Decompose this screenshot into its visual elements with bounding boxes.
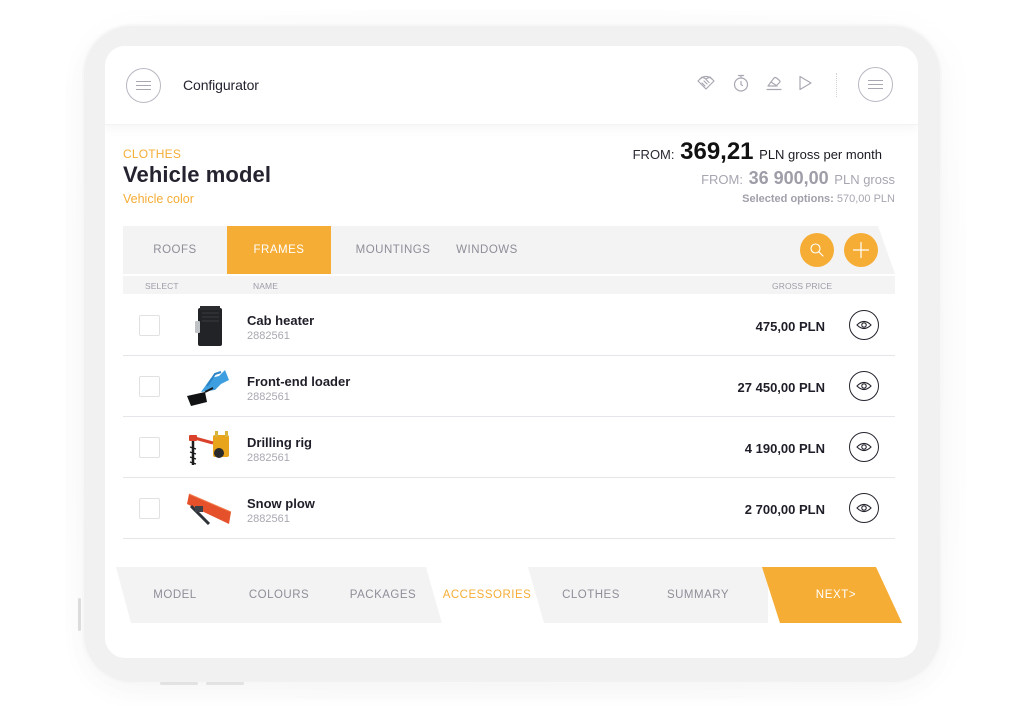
table-row: Snow plow 2882561 2 700,00 PLN (123, 478, 895, 539)
monthly-from-label: FROM: (632, 147, 675, 162)
preview-button[interactable] (849, 371, 879, 401)
preview-button[interactable] (849, 493, 879, 523)
item-price: 4 190,00 PLN (744, 441, 825, 456)
selected-options: Selected options: 570,00 PLN (742, 193, 895, 205)
front-end-loader-image (185, 366, 233, 410)
cab-heater-image (185, 305, 233, 349)
tab-frames[interactable]: FRAMES (227, 226, 331, 274)
item-code: 2882561 (247, 330, 290, 342)
table-header: SELECT NAME GROSS PRICE (123, 276, 895, 294)
add-button[interactable] (844, 233, 878, 267)
menu-button-right[interactable] (858, 67, 893, 102)
timer-icon[interactable] (731, 73, 751, 93)
device-bottom-button (206, 682, 244, 685)
step-model[interactable]: MODEL (137, 567, 213, 623)
search-button[interactable] (800, 233, 834, 267)
eye-icon (856, 503, 872, 513)
item-price: 27 450,00 PLN (737, 380, 825, 395)
next-button[interactable]: NEXT> (762, 567, 902, 623)
row-checkbox[interactable] (139, 315, 160, 336)
column-select: SELECT (145, 281, 179, 291)
play-icon[interactable] (795, 73, 815, 93)
menu-icon (868, 79, 883, 90)
row-checkbox[interactable] (139, 498, 160, 519)
step-colours[interactable]: COLOURS (239, 567, 319, 623)
item-price: 475,00 PLN (755, 319, 825, 334)
item-code: 2882561 (247, 452, 290, 464)
step-accessories[interactable]: ACCESSORIES (439, 567, 535, 623)
column-name: NAME (253, 281, 278, 291)
monthly-price-suffix: PLN gross per month (759, 147, 882, 162)
monthly-price: FROM: 369,21 PLN gross per month (633, 138, 882, 166)
tab-mountings[interactable]: MOUNTINGS (345, 226, 441, 274)
menu-icon (136, 80, 151, 91)
breadcrumb-category[interactable]: CLOTHES (123, 147, 181, 161)
app-screen: Configurator CLOTHES Vehicle model Vehic… (105, 46, 918, 658)
gross-price-suffix: PLN gross (834, 172, 895, 187)
item-name[interactable]: Drilling rig (247, 435, 312, 450)
row-checkbox[interactable] (139, 437, 160, 458)
search-icon (810, 243, 824, 257)
plus-icon (852, 241, 870, 259)
selected-options-value: 570,00 PLN (836, 193, 895, 205)
table-row: Front-end loader 2882561 27 450,00 PLN (123, 356, 895, 417)
top-bar: Configurator (105, 46, 918, 125)
snow-plow-image (185, 488, 233, 532)
table-row: Drilling rig 2882561 4 190,00 PLN (123, 417, 895, 478)
handshake-icon[interactable] (696, 73, 716, 93)
app-title: Configurator (183, 77, 259, 93)
eye-icon (856, 320, 872, 330)
item-price: 2 700,00 PLN (744, 502, 825, 517)
table-row: Cab heater 2882561 475,00 PLN (123, 295, 895, 356)
item-name[interactable]: Cab heater (247, 313, 314, 328)
gross-price-value: 36 900,00 (748, 168, 829, 188)
column-gross-price: GROSS PRICE (772, 281, 833, 291)
preview-button[interactable] (849, 432, 879, 462)
vehicle-color-link[interactable]: Vehicle color (123, 192, 194, 206)
device-bottom-button (160, 682, 198, 685)
eye-icon (856, 442, 872, 452)
tab-roofs[interactable]: ROOFS (123, 226, 227, 274)
tab-windows[interactable]: WINDOWS (445, 226, 529, 274)
gross-from-label: FROM: (701, 172, 743, 187)
drilling-rig-image (185, 427, 233, 471)
item-name[interactable]: Front-end loader (247, 374, 350, 389)
eye-icon (856, 381, 872, 391)
monthly-price-value: 369,21 (680, 138, 754, 165)
item-code: 2882561 (247, 391, 290, 403)
step-clothes[interactable]: CLOTHES (553, 567, 629, 623)
row-checkbox[interactable] (139, 376, 160, 397)
preview-button[interactable] (849, 310, 879, 340)
step-summary[interactable]: SUMMARY (657, 567, 739, 623)
page-title: Vehicle model (123, 162, 272, 187)
step-packages[interactable]: PACKAGES (341, 567, 425, 623)
selected-options-label: Selected options: (742, 193, 834, 205)
toolbar-divider (836, 73, 837, 97)
eraser-icon[interactable] (764, 73, 784, 93)
menu-button-left[interactable] (126, 68, 161, 103)
device-side-button (78, 598, 81, 631)
item-name[interactable]: Snow plow (247, 496, 315, 511)
gross-price: FROM: 36 900,00 PLN gross (701, 168, 895, 189)
item-code: 2882561 (247, 513, 290, 525)
